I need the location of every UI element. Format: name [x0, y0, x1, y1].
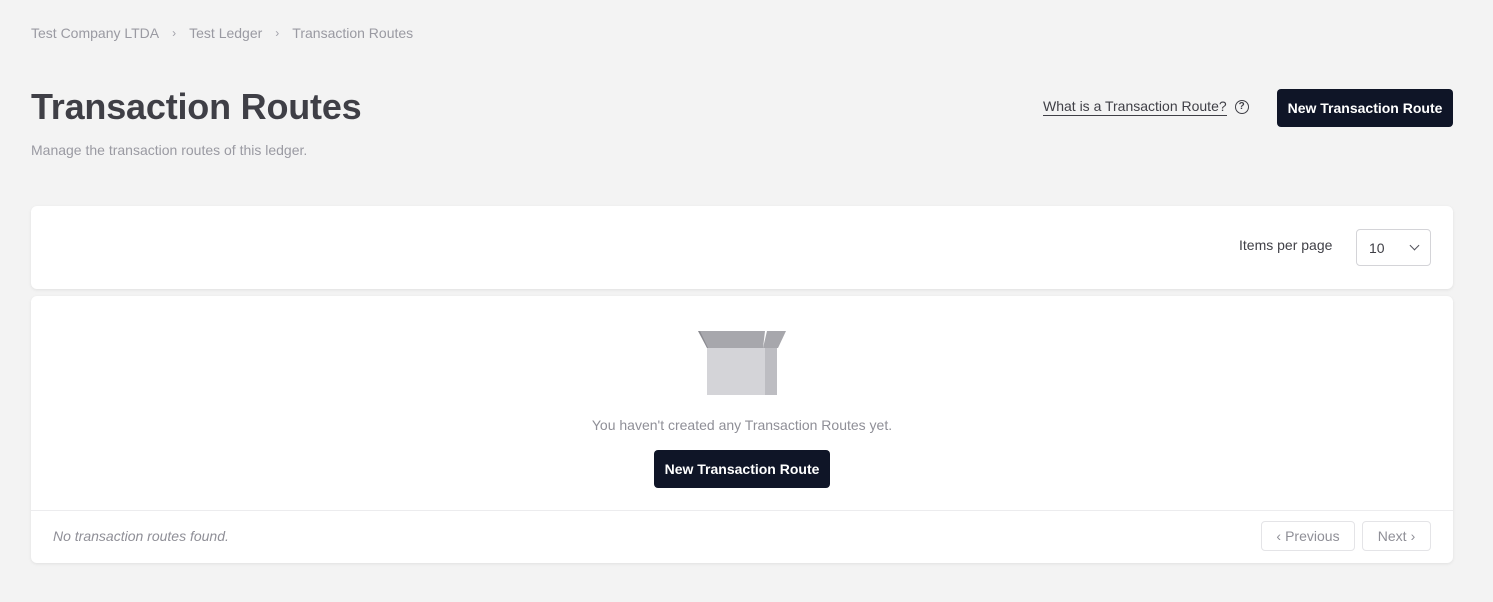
- items-per-page-value: 10: [1369, 239, 1385, 256]
- toolbar-card: Items per page 10: [31, 206, 1453, 289]
- results-status: No transaction routes found.: [53, 528, 229, 544]
- divider: [31, 510, 1453, 511]
- chevron-right-icon: ›: [275, 26, 280, 40]
- breadcrumb: Test Company LTDA › Test Ledger › Transa…: [31, 25, 413, 41]
- chevron-left-icon: ‹: [1276, 528, 1282, 544]
- page-title: Transaction Routes: [31, 86, 362, 127]
- chevron-down-icon: [1409, 240, 1420, 251]
- items-per-page-label: Items per page: [1239, 237, 1333, 253]
- page: Test Company LTDA › Test Ledger › Transa…: [0, 0, 1493, 602]
- question-circle-icon: ?: [1234, 100, 1249, 114]
- page-subtitle: Manage the transaction routes of this le…: [31, 142, 308, 158]
- breadcrumb-item-current: Transaction Routes: [292, 25, 414, 41]
- items-per-page-select[interactable]: 10: [1356, 229, 1431, 266]
- chevron-right-icon: ›: [1410, 528, 1416, 544]
- help-link[interactable]: What is a Transaction Route? ?: [1043, 98, 1249, 116]
- next-page-button[interactable]: Next ›: [1362, 521, 1431, 551]
- breadcrumb-item-ledger[interactable]: Test Ledger: [189, 25, 262, 41]
- breadcrumb-item-company[interactable]: Test Company LTDA: [31, 25, 159, 41]
- empty-box-icon: [698, 331, 786, 395]
- help-link-label: What is a Transaction Route?: [1043, 98, 1227, 116]
- empty-state-new-button[interactable]: New Transaction Route: [654, 450, 830, 488]
- previous-page-button[interactable]: ‹ Previous: [1261, 521, 1355, 551]
- transaction-routes-table-card: You haven't created any Transaction Rout…: [31, 296, 1453, 563]
- next-label: Next: [1377, 528, 1407, 544]
- empty-state-message: You haven't created any Transaction Rout…: [591, 417, 893, 433]
- chevron-right-icon: ›: [172, 26, 177, 40]
- new-transaction-route-button[interactable]: New Transaction Route: [1277, 89, 1453, 127]
- previous-label: Previous: [1285, 528, 1340, 544]
